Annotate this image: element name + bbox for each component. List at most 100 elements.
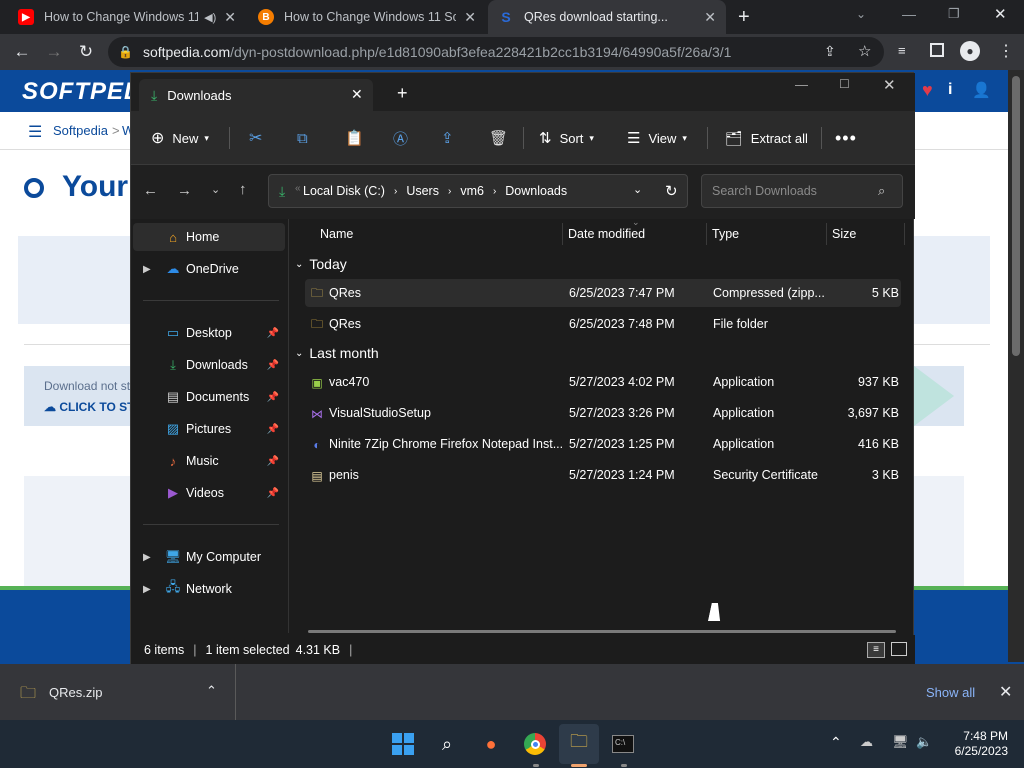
close-icon[interactable]: ✕: [464, 9, 476, 26]
nav-item-desktop[interactable]: ▭ Desktop 📌: [133, 319, 285, 347]
close-icon[interactable]: ✕: [704, 9, 716, 26]
breadcrumb-softpedia[interactable]: Softpedia: [53, 123, 108, 138]
speaker-icon[interactable]: ◀): [204, 11, 216, 24]
chevron-right-icon[interactable]: ▶: [143, 264, 151, 275]
close-window-icon[interactable]: ✕: [994, 5, 1007, 23]
media-control-icon[interactable]: ≡: [898, 43, 906, 58]
new-tab-icon[interactable]: +: [397, 83, 408, 104]
forward-icon[interactable]: →: [177, 182, 192, 199]
chevron-right-icon[interactable]: ▶: [143, 552, 151, 563]
browser-tab-youtube[interactable]: ▶ How to Change Windows 11 ◀) ✕: [8, 0, 246, 34]
back-icon[interactable]: ←: [143, 182, 158, 199]
delete-icon[interactable]: 🗑: [489, 123, 508, 153]
table-row[interactable]: ▤ penis 5/27/2023 1:24 PM Security Certi…: [305, 461, 901, 489]
page-scrollbar[interactable]: [1008, 70, 1024, 662]
close-icon[interactable]: ✕: [224, 9, 236, 26]
table-row[interactable]: 🗀 QRes 6/25/2023 7:47 PM Compressed (zip…: [305, 279, 901, 307]
column-separator[interactable]: [706, 223, 707, 245]
horizontal-scrollbar[interactable]: [308, 630, 896, 633]
column-header-date[interactable]: Date modified: [568, 227, 645, 241]
view-button[interactable]: ☰ View ▾: [627, 123, 687, 153]
system-clock[interactable]: 7:48 PM 6/25/2023: [946, 729, 1008, 759]
tiles-view-icon[interactable]: [891, 642, 907, 656]
nav-item-pictures[interactable]: ▨ Pictures 📌: [133, 415, 285, 443]
nav-item-documents[interactable]: ▤ Documents 📌: [133, 383, 285, 411]
pin-icon[interactable]: 📌: [267, 488, 279, 499]
reload-icon[interactable]: ↻: [70, 36, 102, 68]
path-segment-users[interactable]: Users: [406, 184, 439, 198]
pin-icon[interactable]: 📌: [267, 328, 279, 339]
nav-item-home[interactable]: ⌂ Home: [133, 223, 285, 251]
paste-icon[interactable]: 📋: [345, 123, 364, 153]
info-icon[interactable]: i: [948, 81, 952, 99]
share-icon[interactable]: ⇪: [824, 43, 836, 60]
pin-icon[interactable]: 📌: [267, 360, 279, 371]
explorer-tab-downloads[interactable]: ⤓ Downloads ✕: [139, 79, 373, 111]
table-row[interactable]: ▣ vac470 5/27/2023 4:02 PM Application 9…: [305, 368, 901, 396]
kebab-menu-icon[interactable]: ⋮: [998, 41, 1014, 61]
browser-tab-softpedia[interactable]: S QRes download starting... ✕: [488, 0, 726, 34]
column-separator[interactable]: [904, 223, 905, 245]
chevron-down-icon[interactable]: ⌄: [633, 183, 642, 196]
scrollbar-thumb[interactable]: [1012, 76, 1020, 356]
close-icon[interactable]: ✕: [351, 86, 363, 103]
group-header-last-month[interactable]: ⌄ Last month: [295, 345, 379, 361]
more-options-icon[interactable]: •••: [835, 123, 857, 153]
column-header-type[interactable]: Type: [712, 227, 739, 241]
chevron-up-icon[interactable]: ⌃: [830, 734, 842, 751]
heart-icon[interactable]: ♥: [922, 80, 933, 101]
chevron-up-icon[interactable]: ⌃: [206, 683, 217, 699]
close-window-icon[interactable]: ✕: [883, 76, 896, 94]
new-button[interactable]: ⊕ New ▾: [151, 123, 209, 153]
nav-item-music[interactable]: ♪ Music 📌: [133, 447, 285, 475]
refresh-icon[interactable]: ↻: [665, 182, 678, 200]
path-segment-downloads[interactable]: Downloads: [505, 184, 567, 198]
profile-avatar-icon[interactable]: ●: [960, 41, 980, 61]
address-bar[interactable]: ⤓ « Local Disk (C:) › Users › vm6 › Down…: [268, 174, 688, 208]
side-panel-icon[interactable]: [930, 43, 944, 57]
path-segment-disk[interactable]: Local Disk (C:): [303, 184, 385, 198]
rename-icon[interactable]: Ⓐ: [393, 123, 408, 153]
column-separator[interactable]: [562, 223, 563, 245]
chevron-right-icon[interactable]: ▶: [143, 584, 151, 595]
show-all-button[interactable]: Show all: [926, 685, 975, 700]
pin-icon[interactable]: 📌: [267, 424, 279, 435]
click-to-start-link[interactable]: ☁ CLICK TO STA: [44, 400, 142, 414]
firefox-icon[interactable]: ●: [477, 730, 505, 758]
cut-icon[interactable]: ✂: [249, 123, 262, 153]
details-view-icon[interactable]: ≡: [867, 642, 885, 658]
share-icon[interactable]: ⇪: [441, 123, 454, 153]
url-bar[interactable]: 🔒 softpedia.com/dyn-postdownload.php/e1d…: [108, 37, 884, 67]
new-tab-icon[interactable]: +: [738, 6, 750, 29]
hamburger-icon[interactable]: ☰: [28, 122, 42, 142]
user-icon[interactable]: 👤: [972, 81, 991, 99]
group-header-today[interactable]: ⌄ Today: [295, 256, 347, 272]
back-icon[interactable]: ←: [6, 36, 38, 68]
search-icon[interactable]: ⌕: [433, 730, 461, 758]
up-icon[interactable]: ↑: [239, 181, 247, 198]
volume-icon[interactable]: 🔈: [916, 734, 932, 750]
nav-item-downloads[interactable]: ⤓ Downloads 📌: [133, 351, 285, 379]
chrome-icon[interactable]: [521, 730, 549, 758]
close-icon[interactable]: ✕: [999, 682, 1012, 702]
table-row[interactable]: 🗀 QRes 6/25/2023 7:48 PM File folder: [305, 310, 901, 338]
column-header-size[interactable]: Size: [832, 227, 856, 241]
recent-locations-icon[interactable]: ⌄: [211, 183, 220, 196]
nav-item-onedrive[interactable]: ▶ ☁ OneDrive: [133, 255, 285, 283]
forward-icon[interactable]: →: [38, 36, 70, 68]
browser-tab-blogger[interactable]: B How to Change Windows 11 Scr ✕: [248, 0, 486, 34]
minimize-icon[interactable]: —: [795, 77, 808, 92]
pin-icon[interactable]: 📌: [267, 392, 279, 403]
tab-search-icon[interactable]: ⌄: [856, 7, 866, 21]
restore-icon[interactable]: ❐: [948, 6, 960, 22]
windows-start-icon[interactable]: [389, 730, 417, 758]
table-row[interactable]: ⋈ VisualStudioSetup 5/27/2023 3:26 PM Ap…: [305, 399, 901, 427]
file-explorer-icon[interactable]: 🗀: [565, 730, 593, 758]
network-status-icon[interactable]: 🖥: [892, 734, 909, 750]
minimize-icon[interactable]: —: [902, 6, 916, 22]
bookmark-star-icon[interactable]: ☆: [858, 42, 871, 60]
column-separator[interactable]: [826, 223, 827, 245]
pin-icon[interactable]: 📌: [267, 456, 279, 467]
extract-all-button[interactable]: 🗂 Extract all: [725, 123, 808, 153]
search-input[interactable]: Search Downloads ⌕: [701, 174, 903, 208]
